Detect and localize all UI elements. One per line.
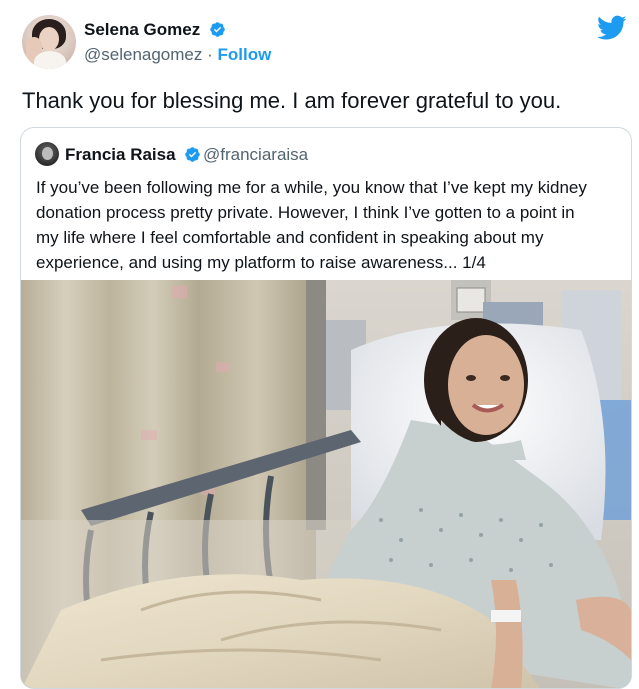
author-handle-row: @selenagomez · Follow xyxy=(84,45,271,65)
quoted-text-line: my life where I feel comfortable and con… xyxy=(36,228,544,247)
author-handle[interactable]: @selenagomez xyxy=(84,45,202,64)
quoted-text-line: experience, and using my platform to rai… xyxy=(36,253,486,272)
tweet-text: Thank you for blessing me. I am forever … xyxy=(22,88,562,113)
author-display-name[interactable]: Selena Gomez xyxy=(84,20,200,39)
handle-separator: · xyxy=(202,45,218,64)
verified-badge-icon xyxy=(185,147,201,162)
quoted-tweet-photo[interactable] xyxy=(21,280,631,688)
quoted-author-name: Francia Raisa xyxy=(65,145,176,164)
author-name-row[interactable]: Selena Gomez xyxy=(84,20,226,40)
quoted-text-line: If you’ve been following me for a while,… xyxy=(36,178,587,197)
follow-button[interactable]: Follow xyxy=(218,45,272,64)
quoted-author-name-row: Francia Raisa xyxy=(65,145,201,165)
hospital-photo-illustration xyxy=(21,280,631,688)
embedded-tweet: Selena Gomez @selenagomez · Follow Thank… xyxy=(0,0,639,689)
verified-badge-icon xyxy=(210,22,225,37)
quoted-author-avatar xyxy=(35,142,59,166)
author-avatar[interactable] xyxy=(22,15,76,69)
quoted-tweet-card[interactable]: Francia Raisa @franciaraisa If you’ve be… xyxy=(20,127,632,689)
quoted-text-line: donation process pretty private. However… xyxy=(36,203,575,222)
twitter-bird-icon[interactable] xyxy=(597,15,627,41)
quoted-author-handle: @franciaraisa xyxy=(203,145,309,164)
quoted-tweet-text: If you’ve been following me for a while,… xyxy=(36,175,626,275)
